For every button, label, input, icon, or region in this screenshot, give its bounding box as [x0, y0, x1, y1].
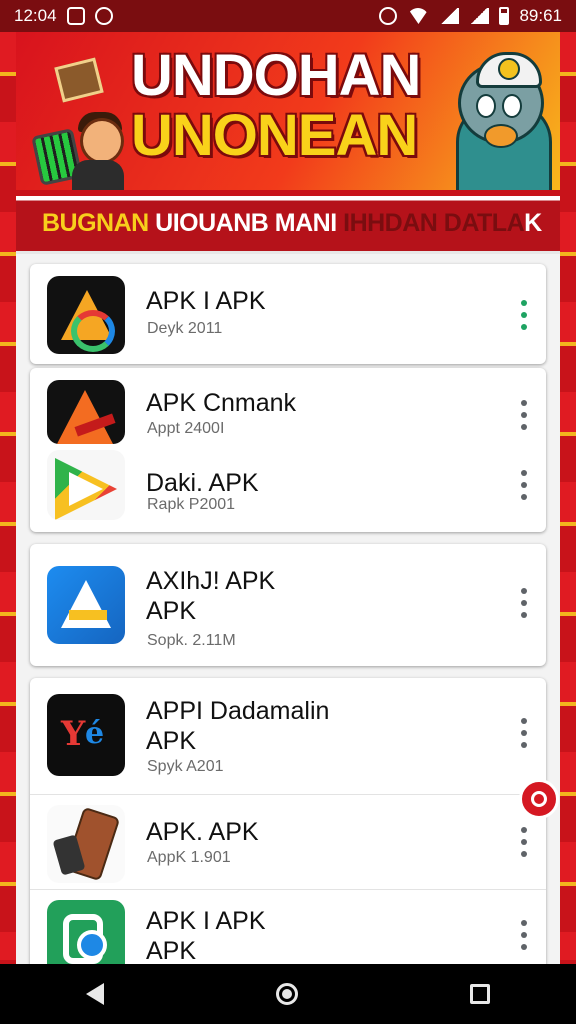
more-vertical-icon[interactable] — [520, 470, 528, 500]
app-meta: Deyk 2011 — [147, 320, 223, 337]
status-bar: 12:04 89:61 — [0, 0, 576, 32]
app-name: APK. APK — [146, 818, 259, 846]
app-icon — [47, 276, 125, 354]
app-list-item[interactable]: APK. APK AppK 1.901 — [30, 795, 546, 890]
app-card: AXIhJ! APK APK Sopk. 2.11M — [30, 544, 546, 666]
app-card: APK I APK Deyk 2011 — [30, 264, 546, 364]
app-icon — [47, 380, 125, 444]
promo-banner[interactable]: UNDOHAN UNONEAN — [16, 32, 560, 190]
side-decoration-right — [558, 32, 576, 960]
app-meta: Spyk A201 — [147, 758, 224, 775]
message-icon — [66, 7, 85, 25]
subtitle-part3: IHHDAN DATLA — [343, 209, 525, 237]
navigation-bar — [0, 964, 576, 1024]
subtitle-part2: UIOUANB MANI — [155, 209, 337, 237]
banner-title: UNDOHAN UNONEAN — [131, 46, 451, 166]
app-list-item[interactable]: Daki. APK Rapk P2001 — [30, 448, 546, 532]
more-vertical-icon[interactable] — [520, 718, 528, 748]
app-icon — [47, 566, 125, 644]
app-meta: Appt 2400I — [147, 420, 225, 437]
alarm-icon — [379, 7, 398, 25]
subtitle-text: BUGNAN UIOUANB MANI IHHDAN DATLAK — [42, 209, 542, 238]
back-icon[interactable] — [86, 983, 104, 1005]
more-vertical-icon[interactable] — [520, 920, 528, 950]
app-list-item[interactable]: APK Cnmank Appt 2400I — [30, 368, 546, 448]
more-vertical-icon[interactable] — [520, 400, 528, 430]
app-name: APK I APK — [146, 287, 266, 315]
app-name: Daki. APK — [146, 469, 259, 497]
signal-icon — [439, 8, 460, 24]
wifi-icon — [407, 8, 430, 24]
subtitle-strip: BUGNAN UIOUANB MANI IHHDAN DATLAK — [16, 196, 560, 254]
banner-title-line1: UNDOHAN — [131, 43, 421, 108]
more-vertical-icon[interactable] — [520, 588, 528, 618]
battery-icon — [499, 7, 510, 25]
recent-apps-icon[interactable] — [470, 984, 490, 1004]
app-meta: AppK 1.901 — [147, 849, 231, 866]
app-name: APPI Dadamalin APK — [146, 697, 330, 755]
app-icon — [47, 805, 125, 883]
app-name: AXIhJ! APK APK — [146, 567, 276, 625]
subtitle-part1: BUGNAN — [42, 209, 149, 237]
banner-title-line2: UNONEAN — [131, 103, 418, 168]
app-icon: Yé — [47, 694, 125, 776]
more-vertical-icon[interactable] — [520, 300, 528, 330]
app-list-item[interactable]: Yé APPI Dadamalin APK Spyk A201 — [30, 678, 546, 795]
app-list-item[interactable]: APK I APK Deyk 2011 — [30, 264, 546, 364]
status-left: 12:04 — [14, 6, 113, 26]
subtitle-part4: K — [524, 209, 542, 237]
app-name: APK I APK APK — [146, 907, 266, 965]
messenger-icon — [94, 7, 113, 25]
picture-frame-illustration — [54, 57, 104, 103]
app-icon — [47, 450, 125, 520]
floating-action-button[interactable] — [519, 779, 559, 819]
more-vertical-icon[interactable] — [520, 827, 528, 857]
status-time: 12:04 — [14, 6, 57, 25]
signal-icon — [469, 8, 490, 24]
app-meta: Rapk P2001 — [147, 496, 236, 513]
app-card: APK Cnmank Appt 2400I Daki. APK Rapk P20… — [30, 368, 546, 532]
boy-character-illustration — [68, 110, 128, 190]
app-name: APK Cnmank — [146, 389, 297, 417]
app-list-sheet: APK I APK Deyk 2011 APK Cnmank Appt 2400… — [16, 254, 560, 978]
status-time-right: 89:61 — [519, 6, 562, 25]
app-meta: Sopk. 2.11M — [147, 632, 236, 649]
status-right: 89:61 — [379, 6, 562, 26]
mascot-illustration — [436, 52, 560, 190]
app-card: Yé APPI Dadamalin APK Spyk A201 APK. APK… — [30, 678, 546, 978]
home-icon[interactable] — [276, 983, 298, 1005]
app-list-item[interactable]: AXIhJ! APK APK Sopk. 2.11M — [30, 544, 546, 666]
